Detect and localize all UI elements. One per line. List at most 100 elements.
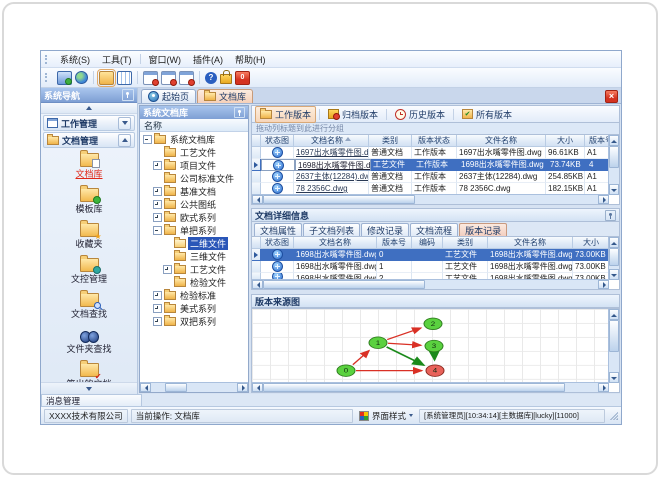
grid-row[interactable]: 1698出水嘴零件图.dwg 0 工艺文件 1698出水嘴零件图.dwg 73.00KB… (252, 249, 609, 261)
column-header-类别[interactable]: 类别 (443, 237, 488, 249)
grid-cell[interactable]: 1697出水嘴零件图.dwg (294, 147, 369, 159)
vertical-scrollbar[interactable] (608, 309, 619, 383)
expand-icon[interactable] (153, 213, 162, 222)
version-node-2[interactable]: 2 (423, 317, 443, 330)
scroll-right-icon[interactable] (598, 383, 609, 392)
tree-horizontal-scrollbar[interactable] (140, 382, 248, 392)
column-header-版本号[interactable]: 版本号 (377, 237, 412, 249)
toolbar-grip[interactable] (45, 54, 50, 64)
grid-cell[interactable]: 1698出水嘴零件图.dwg (488, 249, 573, 261)
expand-icon[interactable] (153, 161, 162, 170)
sidebar-collapse-button[interactable] (41, 103, 137, 114)
pin-icon[interactable] (234, 107, 245, 118)
grid-cell[interactable]: 0 (377, 249, 412, 261)
sidebar-item-收藏夹[interactable]: 收藏夹 (41, 220, 137, 258)
sidebar-more-button[interactable] (41, 382, 137, 394)
tree-node-工艺文件[interactable]: 工艺文件 (140, 146, 248, 159)
grid-cell[interactable] (261, 159, 295, 171)
help-icon[interactable] (205, 71, 217, 84)
scroll-right-icon[interactable] (598, 280, 609, 289)
tree-node-工艺文件[interactable]: 工艺文件 (140, 263, 248, 276)
sidebar-item-文档查找[interactable]: 文档查找 (41, 290, 137, 328)
scroll-up-icon[interactable] (609, 135, 619, 146)
scroll-up-icon[interactable] (609, 237, 619, 248)
menu-item[interactable]: 插件(A) (187, 52, 229, 67)
button-工作版本[interactable]: 工作版本 (255, 105, 317, 123)
sidebar-item-文件夹查找[interactable]: 文件夹查找 (41, 328, 137, 363)
menu-item[interactable]: 帮助(H) (229, 52, 272, 67)
collapse-icon[interactable] (143, 135, 152, 144)
scrollbar-thumb[interactable] (609, 146, 619, 168)
version-node-4[interactable]: 4 (425, 364, 445, 377)
column-header-文件名称[interactable]: 文件名称 (457, 135, 546, 147)
sidebar-section-document-management[interactable]: 文档管理 (43, 132, 135, 148)
grid-cell[interactable]: 73.00KB (573, 261, 609, 273)
grid-cell[interactable]: 工作版本 (412, 171, 457, 183)
tab-文档库[interactable]: 文档库 (197, 89, 254, 103)
collapse-section-button[interactable] (118, 133, 131, 147)
grid-cell[interactable] (261, 249, 294, 261)
scrollbar-thumb[interactable] (609, 320, 619, 352)
tree-node-公共图纸[interactable]: 公共图纸 (140, 198, 248, 211)
pin-icon[interactable] (605, 209, 616, 221)
vertical-scrollbar[interactable] (608, 135, 619, 195)
pin-icon[interactable] (122, 89, 134, 101)
column-header-类别[interactable]: 类别 (369, 135, 412, 147)
scroll-left-icon[interactable] (252, 383, 263, 392)
form-close-icon[interactable] (179, 70, 195, 86)
tree-node-双把系列[interactable]: 双把系列 (140, 315, 248, 328)
detail-tab-修改记录[interactable]: 修改记录 (361, 223, 410, 236)
form-copy-icon[interactable] (161, 70, 177, 86)
column-header-文档名称[interactable]: 文档名称 (294, 237, 377, 249)
form-new-icon[interactable] (143, 70, 159, 86)
detail-tab-文档属性[interactable]: 文档属性 (254, 223, 303, 236)
grid-cell[interactable]: A1 (585, 147, 609, 159)
column-header-状态图[interactable]: 状态图 (261, 237, 294, 249)
column-header-状态图[interactable]: 状态图 (261, 135, 294, 147)
grid-cell[interactable] (261, 147, 294, 159)
menu-item[interactable]: 工具(T) (96, 52, 138, 67)
grid-cell[interactable]: 工艺文件 (443, 261, 488, 273)
expand-icon[interactable] (153, 291, 162, 300)
grid-cell[interactable]: 工作版本 (412, 147, 457, 159)
sidebar-item-文控管理[interactable]: 文控管理 (41, 255, 137, 293)
grid-cell[interactable] (261, 261, 294, 273)
grid-cell[interactable] (412, 261, 443, 273)
scrollbar-thumb[interactable] (263, 195, 415, 204)
grid-cell[interactable]: 1697出水嘴零件图.dwg (457, 147, 546, 159)
expand-icon[interactable] (153, 200, 162, 209)
detail-tab-文档流程[interactable]: 文档流程 (410, 223, 459, 236)
grid-cell[interactable]: 2637主体(12284).dwg (294, 171, 369, 183)
ui-style-button[interactable]: 界面样式 (356, 410, 416, 422)
horizontal-scrollbar[interactable] (252, 382, 609, 392)
grid-row[interactable]: 1698出水嘴零件图.dwg 1 工艺文件 1698出水嘴零件图.dwg 73.00KB… (252, 261, 609, 273)
column-header-版本号[interactable]: 版本号 (585, 135, 609, 147)
exit-icon[interactable] (235, 70, 250, 85)
message-management-tab[interactable]: 消息管理 (41, 394, 142, 406)
tree-node-系统文档库[interactable]: 系统文档库 (140, 133, 248, 146)
version-node-0[interactable]: 0 (336, 364, 356, 377)
grid-cell[interactable]: 工艺文件 (443, 249, 488, 261)
scrollbar-thumb[interactable] (263, 383, 565, 392)
grid-cell[interactable]: 1698出水嘴零件图.dwg (294, 249, 377, 261)
grid-cell[interactable]: 1 (377, 261, 412, 273)
vertical-scrollbar[interactable] (608, 237, 619, 280)
button-所有版本[interactable]: 所有版本 (457, 106, 517, 123)
column-header-大小[interactable]: 大小 (546, 135, 585, 147)
globe-icon[interactable] (75, 71, 88, 84)
tree-name-column-header[interactable]: 名称 (140, 119, 248, 132)
sidebar-item-文档库[interactable]: 文档库 (41, 150, 137, 188)
folder-open-icon[interactable] (97, 68, 116, 87)
grid-row[interactable]: 1698出水嘴零件图.dwg工艺文件工作版本1698出水嘴零件图.dwg73.7… (252, 159, 609, 171)
scroll-left-icon[interactable] (252, 280, 263, 289)
grid-row[interactable]: 1697出水嘴零件图.dwg普通文档工作版本1697出水嘴零件图.dwg96.6… (252, 147, 609, 159)
tree-node-检验文件[interactable]: 检验文件 (140, 276, 248, 289)
scroll-up-icon[interactable] (609, 309, 619, 320)
grid-cell[interactable]: 工作版本 (414, 159, 459, 171)
grid-cell[interactable]: 1698出水嘴零件图.dwg (459, 159, 548, 171)
tree-node-公司标准文件[interactable]: 公司标准文件 (140, 172, 248, 185)
grid-cell[interactable]: 73.00KB (573, 249, 609, 261)
toolbar-grip[interactable] (45, 73, 50, 82)
grid-cell[interactable]: 2637主体(12284).dwg (457, 171, 546, 183)
scroll-down-icon[interactable] (609, 372, 619, 383)
